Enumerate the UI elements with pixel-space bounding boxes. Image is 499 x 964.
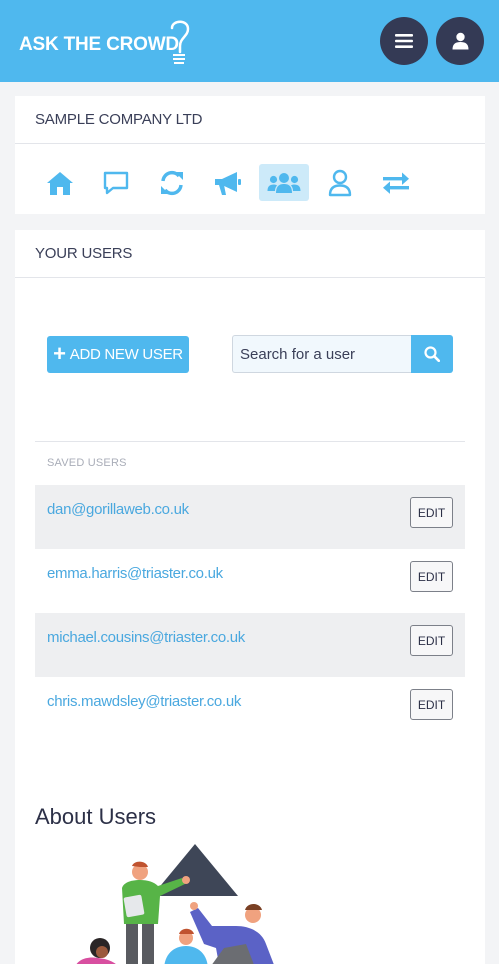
megaphone-icon xyxy=(215,171,241,195)
nav-profile[interactable] xyxy=(315,164,365,201)
user-email[interactable]: emma.harris@triaster.co.uk xyxy=(47,565,223,582)
account-button[interactable] xyxy=(436,17,484,65)
user-email[interactable]: dan@gorillaweb.co.uk xyxy=(47,501,189,518)
add-new-user-label: ADD NEW USER xyxy=(69,346,183,363)
hamburger-icon xyxy=(395,34,413,48)
user-search xyxy=(232,335,453,373)
about-users-title: About Users xyxy=(35,804,157,829)
search-button[interactable] xyxy=(411,335,453,373)
list-item: michael.cousins@triaster.co.uk EDIT xyxy=(35,613,465,677)
users-card: YOUR USERS + ADD NEW USER SAVED USERS da… xyxy=(15,230,485,964)
nav-users[interactable] xyxy=(259,164,309,201)
lightbulb-question-icon xyxy=(170,20,190,64)
edit-user-button[interactable]: EDIT xyxy=(410,689,453,720)
list-item: dan@gorillaweb.co.uk EDIT xyxy=(35,485,465,549)
list-item: chris.mawdsley@triaster.co.uk EDIT xyxy=(35,677,465,741)
search-input[interactable] xyxy=(232,335,412,373)
edit-user-button[interactable]: EDIT xyxy=(410,561,453,592)
nav-home[interactable] xyxy=(35,164,85,201)
logo-text: ASK THE CROWD xyxy=(19,34,179,55)
user-email[interactable]: chris.mawdsley@triaster.co.uk xyxy=(47,693,241,710)
users-panel-title: YOUR USERS xyxy=(15,230,485,278)
nav-messages[interactable] xyxy=(91,164,141,201)
home-icon xyxy=(47,171,73,195)
company-name: SAMPLE COMPANY LTD xyxy=(15,96,485,144)
nav-transfer[interactable] xyxy=(371,164,421,201)
nav-announcements[interactable] xyxy=(203,164,253,201)
user-icon xyxy=(452,32,468,50)
plus-icon: + xyxy=(53,340,66,366)
user-email[interactable]: michael.cousins@triaster.co.uk xyxy=(47,629,245,646)
add-new-user-button[interactable]: + ADD NEW USER xyxy=(47,336,189,373)
user-outline-icon xyxy=(328,169,352,196)
refresh-icon xyxy=(161,170,183,195)
edit-user-button[interactable]: EDIT xyxy=(410,497,453,528)
company-nav xyxy=(15,145,485,214)
team-illustration xyxy=(76,844,274,964)
saved-users-label: SAVED USERS xyxy=(47,457,127,469)
company-card: SAMPLE COMPANY LTD xyxy=(15,96,485,214)
users-icon xyxy=(267,172,301,193)
saved-users-list: dan@gorillaweb.co.uk EDIT emma.harris@tr… xyxy=(35,485,465,741)
transfer-icon xyxy=(383,172,409,194)
menu-button[interactable] xyxy=(380,17,428,65)
chat-icon xyxy=(103,171,129,194)
list-item: emma.harris@triaster.co.uk EDIT xyxy=(35,549,465,613)
edit-user-button[interactable]: EDIT xyxy=(410,625,453,656)
nav-refresh[interactable] xyxy=(147,164,197,201)
section-divider xyxy=(35,441,465,442)
search-icon xyxy=(424,346,440,362)
top-bar: ASK THE CROWD xyxy=(0,0,499,82)
